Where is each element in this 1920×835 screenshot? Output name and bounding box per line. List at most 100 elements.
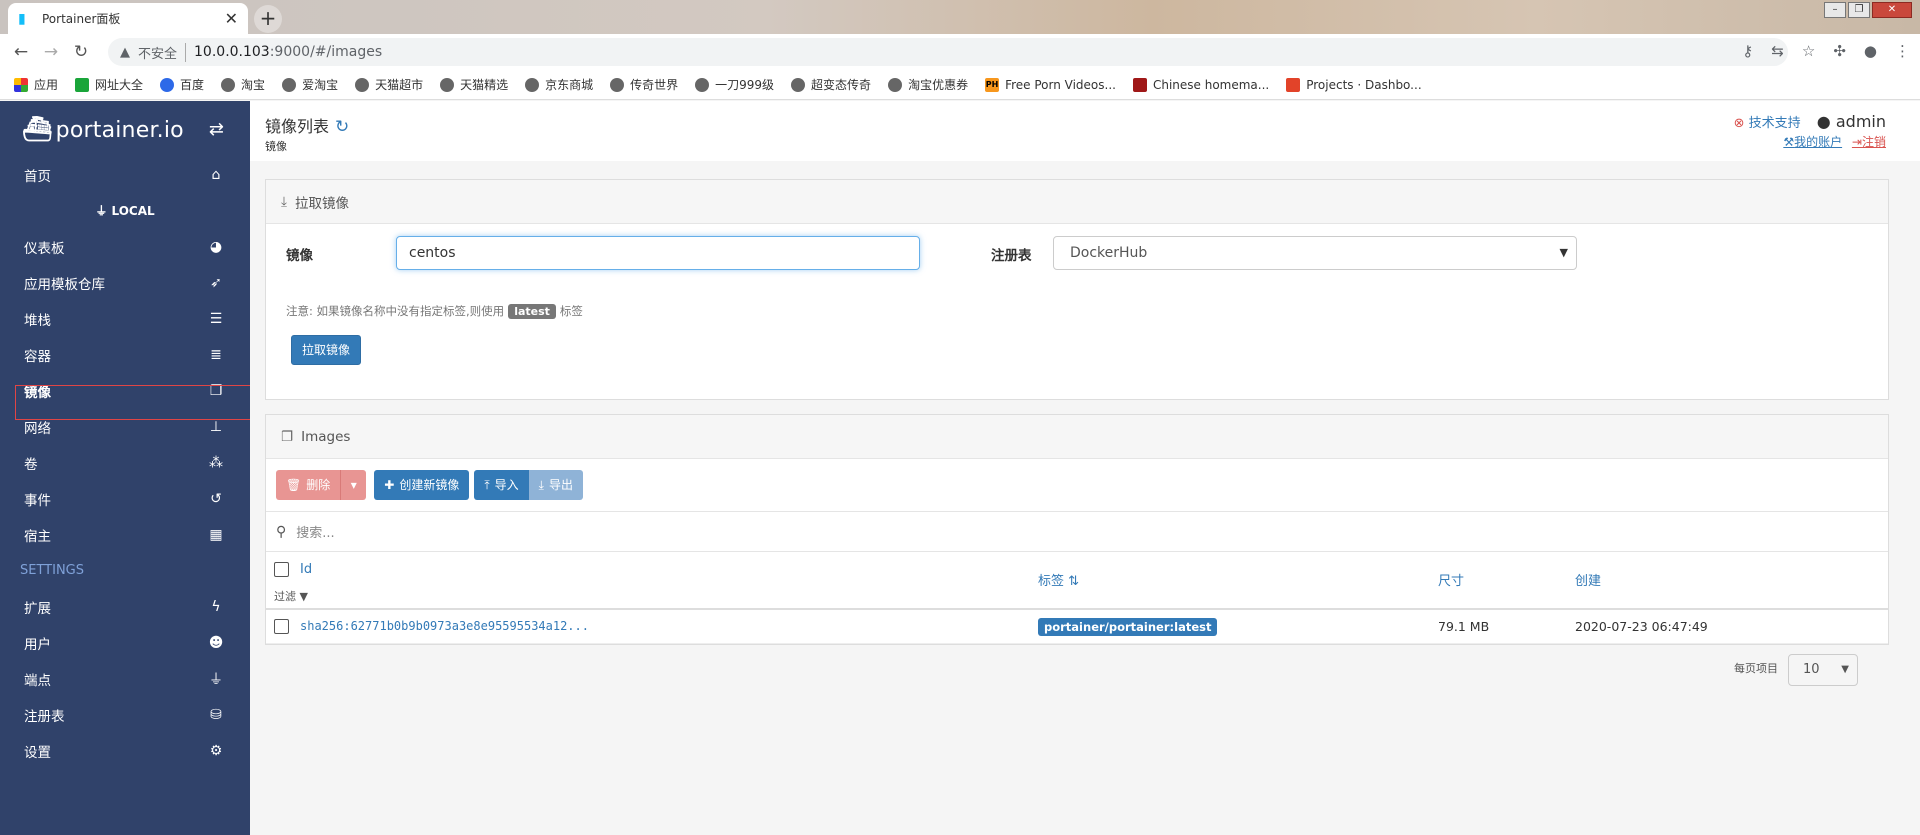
chevron-down-icon: ▼ (1559, 246, 1568, 259)
portainer-favicon-icon: ▮ (18, 10, 26, 27)
per-page-label: 每页项目 (1734, 662, 1778, 675)
reload-icon[interactable]: ↻ (66, 42, 96, 62)
sidebar-item-history[interactable]: 事件 ↺ (0, 481, 250, 517)
my-account-link[interactable]: ⚒我的账户 (1783, 135, 1842, 149)
sidebar-item-home[interactable]: 首页 ⌂ (0, 157, 250, 193)
bookmark-item[interactable]: 一刀999级 (695, 76, 774, 93)
url-text[interactable]: 10.0.0.103:9000/#/images (194, 44, 382, 60)
search-bar[interactable]: ⚲ 搜索... (266, 512, 1888, 552)
page-header: 镜像列表 ↻ 镜像 ⊗ 技术支持 ● admin ⚒我的账户 ⇥注销 (250, 101, 1920, 161)
bookmark-thumb-icon (1132, 77, 1147, 92)
image-created: 2020-07-23 06:47:49 (1575, 619, 1708, 634)
download-icon: ⤓ (538, 478, 544, 492)
bookmark-item[interactable]: 网址大全 (75, 76, 143, 93)
column-tags[interactable]: 标签 ⇅ (1038, 570, 1079, 589)
sidebar-item-bolt[interactable]: 扩展 ϟ (0, 589, 250, 625)
user-icon: ● (1816, 112, 1831, 131)
bookmark-item[interactable]: 天猫超市 (355, 76, 423, 93)
bookmark-item[interactable]: 爱淘宝 (282, 76, 338, 93)
image-tag-badge: portainer/portainer:latest (1038, 618, 1218, 636)
list-icon: ☰ (209, 311, 223, 327)
username: ● admin (1816, 112, 1886, 131)
sidebar-item-list[interactable]: 堆栈 ☰ (0, 301, 250, 337)
sidebar: ⛴ portainer.io ⇄ 首页 ⌂ ⏚ LOCAL 仪表板 ◕ 应用模板仓库 ➶… (0, 101, 250, 835)
per-page-select[interactable]: 10 ▼ (1788, 654, 1858, 686)
import-button[interactable]: ⤒ 导入 (474, 470, 529, 500)
support-link[interactable]: ⊗ 技术支持 (1734, 116, 1801, 131)
delete-button[interactable]: 🗑 删除 (276, 470, 341, 500)
gitlab-icon (1286, 77, 1301, 92)
browser-tabstrip: ▮ Portainer面板 ✕ + – ❐ ✕ (0, 0, 1920, 34)
delete-dropdown-button[interactable]: ▾ (340, 470, 367, 500)
plus-icon: ✚ (384, 478, 395, 492)
panel-header: ❐ Images (266, 415, 1888, 459)
sidebar-item-cubes[interactable]: 卷 ⁂ (0, 445, 250, 481)
logout-link[interactable]: ⇥注销 (1852, 135, 1886, 149)
sidebar-item-users[interactable]: 用户 ☻ (0, 625, 250, 661)
back-icon[interactable]: ← (6, 42, 36, 62)
rocket-icon: ➶ (210, 275, 222, 291)
sidebar-item-dashboard[interactable]: 仪表板 ◕ (0, 229, 250, 265)
profile-icon[interactable]: ● (1864, 42, 1877, 60)
bookmark-apps[interactable]: 应用 (14, 76, 58, 93)
filter-toggle[interactable]: 过滤 ▼ (274, 588, 308, 604)
close-window-icon[interactable]: ✕ (1872, 2, 1912, 18)
image-id-link[interactable]: sha256:62771b0b9b0973a3e8e95595534a12... (300, 619, 589, 633)
registry-select[interactable]: DockerHub ▼ (1053, 236, 1577, 270)
forward-icon[interactable]: → (36, 42, 66, 62)
search-input[interactable]: 搜索... (296, 522, 334, 541)
restore-icon[interactable]: ❐ (1848, 2, 1870, 18)
crane-icon: ⛴ (22, 115, 53, 143)
column-created[interactable]: 创建 (1575, 570, 1601, 589)
sidebar-item-plug[interactable]: 端点 ⏚ (0, 661, 250, 697)
refresh-icon[interactable]: ↻ (335, 117, 349, 137)
close-tab-icon[interactable]: ✕ (225, 9, 238, 28)
bookmark-item[interactable]: 淘宝优惠券 (888, 76, 968, 93)
bookmark-item[interactable]: 天猫精选 (440, 76, 508, 93)
sidebar-item-server[interactable]: 容器 ≣ (0, 337, 250, 373)
sidebar-item-cogs[interactable]: 设置 ⚙ (0, 733, 250, 769)
insecure-label: 不安全 (138, 42, 187, 62)
browser-tab[interactable]: ▮ Portainer面板 ✕ (8, 3, 248, 34)
sidebar-item-th[interactable]: 宿主 ▦ (0, 517, 250, 553)
upload-icon: ⤒ (484, 478, 490, 492)
switch-icon[interactable]: ⇄ (209, 119, 224, 140)
extensions-icon[interactable]: ✣ (1833, 42, 1846, 60)
plug-icon: ⏚ (209, 672, 223, 688)
bookmark-item[interactable]: Projects · Dashbo... (1286, 77, 1422, 92)
column-size[interactable]: 尺寸 (1438, 570, 1464, 589)
bookmark-item[interactable]: 淘宝 (221, 76, 265, 93)
user-area: ⊗ 技术支持 ● admin ⚒我的账户 ⇥注销 (1734, 112, 1886, 150)
new-tab-button[interactable]: + (254, 5, 282, 33)
translate-icon[interactable]: ⇆ (1771, 42, 1784, 60)
star-icon[interactable]: ☆ (1802, 42, 1815, 60)
bookmark-item[interactable]: 京东商城 (525, 76, 593, 93)
export-button[interactable]: ⤓ 导出 (528, 470, 583, 500)
endpoint-label: ⏚ LOCAL (95, 204, 155, 218)
pull-image-button[interactable]: 拉取镜像 (291, 335, 362, 365)
image-label: 镜像 (286, 248, 313, 264)
sidebar-item-rocket[interactable]: 应用模板仓库 ➶ (0, 265, 250, 301)
minimize-icon[interactable]: – (1824, 2, 1846, 18)
apps-icon (14, 77, 28, 92)
select-all-checkbox[interactable] (274, 562, 289, 577)
bookmark-item[interactable]: 传奇世界 (610, 76, 678, 93)
sidebar-item-database[interactable]: 注册表 ⛁ (0, 697, 250, 733)
support-icon: ⊗ (1733, 116, 1745, 131)
create-image-button[interactable]: ✚ 创建新镜像 (374, 470, 470, 500)
image-input[interactable]: centos (396, 236, 920, 270)
registry-label: 注册表 (991, 248, 1032, 264)
bookmark-item[interactable]: PH Free Porn Videos... (985, 77, 1116, 92)
bookmark-item[interactable]: 百度 (160, 76, 204, 93)
main-content: 镜像列表 ↻ 镜像 ⊗ 技术支持 ● admin ⚒我的账户 ⇥注销 ⤓ 拉取镜像… (250, 101, 1920, 835)
window-controls: – ❐ ✕ (1824, 2, 1912, 18)
bookmark-item[interactable]: 超变态传奇 (791, 76, 871, 93)
column-id[interactable]: Id (300, 562, 312, 577)
omnibox[interactable]: ▲ 不安全 10.0.0.103:9000/#/images (108, 38, 1788, 66)
brand[interactable]: ⛴ portainer.io ⇄ (0, 101, 250, 157)
table-row: sha256:62771b0b9b0973a3e8e95595534a12...… (266, 610, 1888, 644)
bookmark-item[interactable]: Chinese homema... (1132, 77, 1269, 92)
menu-icon[interactable]: ⋮ (1895, 42, 1910, 60)
row-checkbox[interactable] (274, 619, 289, 634)
key-icon[interactable]: ⚷ (1742, 42, 1753, 60)
